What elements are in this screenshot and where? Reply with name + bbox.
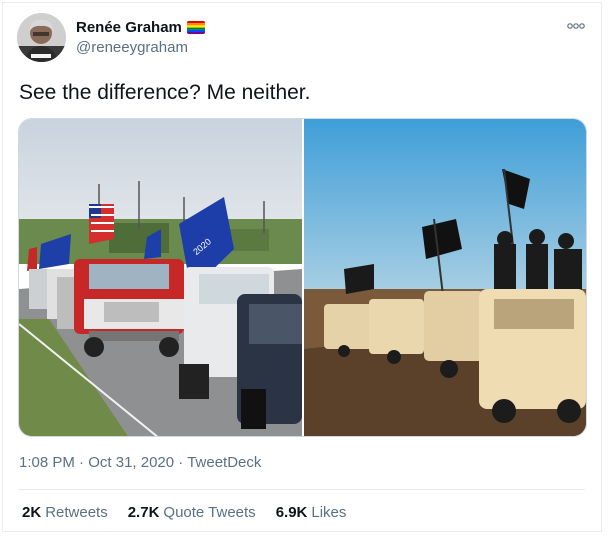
meta-separator: · xyxy=(79,454,85,471)
quote-tweets-count: 2.7K xyxy=(127,504,160,521)
handle[interactable]: @reneeygraham xyxy=(76,38,205,58)
display-name[interactable]: Renée Graham xyxy=(76,18,182,38)
retweets-stat[interactable]: 2K Retweets xyxy=(22,503,108,523)
retweets-label: Retweets xyxy=(45,504,108,521)
stats-divider xyxy=(19,489,585,490)
quote-tweets-stat[interactable]: 2.7K Quote Tweets xyxy=(128,503,256,523)
rainbow-flag-icon xyxy=(186,21,205,34)
photo-left-truck-convoy[interactable]: 2020 xyxy=(19,119,302,436)
quote-tweets-label: Quote Tweets xyxy=(163,504,256,521)
photo-right-militant-convoy[interactable] xyxy=(304,119,586,436)
meta-separator-2: · xyxy=(178,454,184,471)
tweet-timestamp: 1:08 PM · Oct 31, 2020 · TweetDeck xyxy=(19,453,261,473)
tweet-text: See the difference? Me neither. xyxy=(19,81,311,104)
tweet-date[interactable]: Oct 31, 2020 xyxy=(88,454,174,471)
likes-label: Likes xyxy=(311,504,347,521)
tweet-time[interactable]: 1:08 PM xyxy=(19,454,75,471)
name-row: Renée Graham xyxy=(76,18,205,38)
tweet-card: Renée Graham @reneeygraham See the diffe… xyxy=(2,2,602,532)
tweet-stats: 2K Retweets 2.7K Quote Tweets 6.9K Likes xyxy=(22,503,366,523)
tweet-source[interactable]: TweetDeck xyxy=(187,454,261,471)
likes-count: 6.9K xyxy=(275,504,308,521)
retweets-count: 2K xyxy=(22,504,42,521)
avatar[interactable] xyxy=(17,13,66,62)
likes-stat[interactable]: 6.9K Likes xyxy=(276,503,347,523)
author-names: Renée Graham @reneeygraham xyxy=(76,18,205,58)
tweet-media[interactable]: 2020 xyxy=(18,118,587,437)
more-options-icon[interactable] xyxy=(566,19,586,31)
tweet-header: Renée Graham @reneeygraham xyxy=(17,13,205,62)
